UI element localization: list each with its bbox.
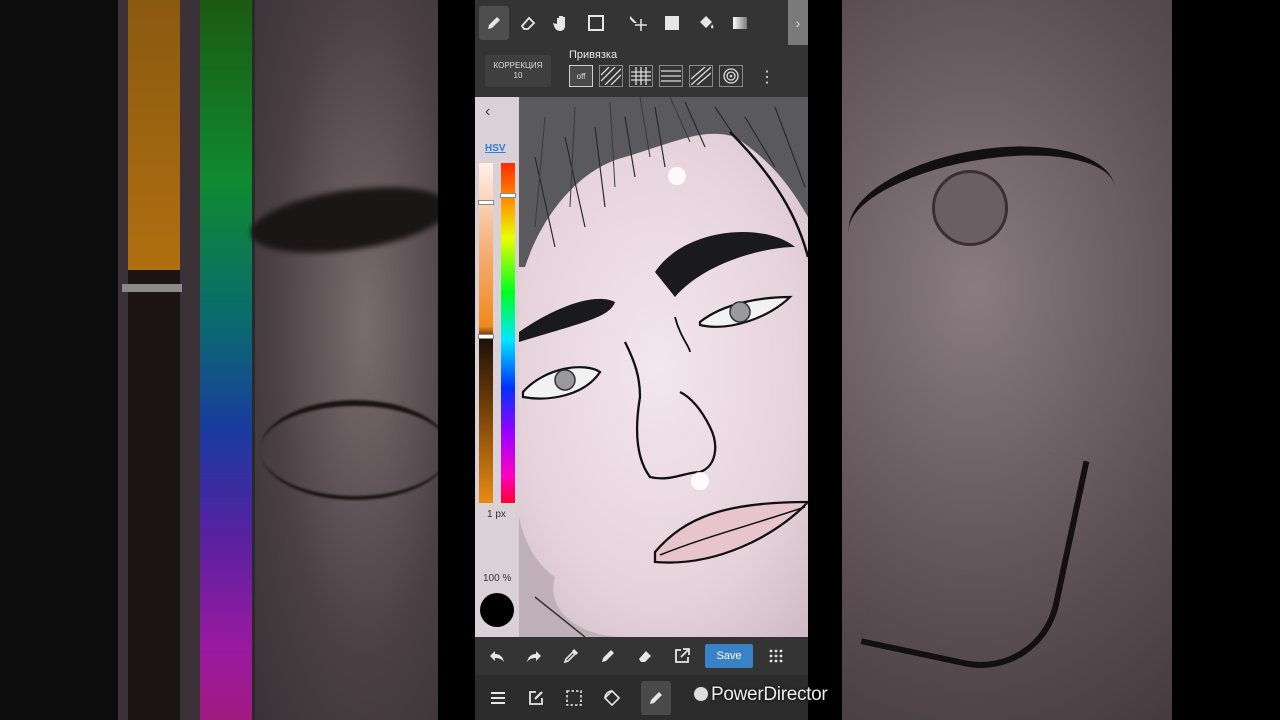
saturation-slider-knob[interactable] <box>478 334 494 339</box>
bg-slider-knob <box>122 284 182 292</box>
phone-screen: › КОРРЕКЦИЯ 10 Привязка off ⋮ ‹ HSV 1 px… <box>475 0 808 720</box>
bg-value-strip-dark <box>128 270 180 720</box>
toolbar-scroll-right[interactable]: › <box>788 0 808 45</box>
bg-hue-strip <box>200 0 252 720</box>
color-mode-tab[interactable]: HSV <box>485 143 506 154</box>
background-right-blur <box>842 0 1280 720</box>
brush-nav-button[interactable] <box>641 680 671 715</box>
share-button[interactable] <box>667 641 697 671</box>
concentric-circles-icon <box>723 68 739 84</box>
more-vertical-icon: ⋮ <box>759 69 775 86</box>
current-color-swatch[interactable] <box>480 593 514 627</box>
hue-slider[interactable] <box>501 163 515 503</box>
gradient-icon <box>733 16 747 29</box>
save-button[interactable]: Save <box>705 644 753 668</box>
hand-tool-button[interactable] <box>547 6 577 40</box>
bucket-icon <box>700 15 714 28</box>
external-link-icon <box>675 648 690 663</box>
snap-options: off <box>569 65 749 87</box>
snap-off-label: off <box>576 71 586 81</box>
fill-rect-tool-button[interactable] <box>657 6 687 40</box>
snap-parallel-button[interactable] <box>599 65 623 87</box>
rotate-icon <box>603 689 621 706</box>
bg-nose <box>860 423 1090 683</box>
redo-button[interactable] <box>519 641 549 671</box>
snap-title: Привязка <box>569 49 618 61</box>
dots-grid-icon <box>769 649 783 663</box>
chevron-left-icon: ‹ <box>485 103 491 120</box>
gradient-tool-button[interactable] <box>725 6 755 40</box>
eraser-button[interactable] <box>630 641 660 671</box>
top-toolbar: › <box>475 0 808 45</box>
pen-tool-button[interactable] <box>479 5 509 40</box>
grid-menu-button[interactable] <box>761 641 791 671</box>
menu-button[interactable] <box>483 681 513 715</box>
powerdirector-logo-icon <box>694 687 708 701</box>
bg-value-strip <box>128 0 180 270</box>
eraser-icon <box>639 651 651 662</box>
parallel-lines-icon <box>601 67 621 85</box>
chevron-right-icon: › <box>795 14 801 31</box>
rotate-canvas-button[interactable] <box>597 681 627 715</box>
brush-button[interactable] <box>593 641 623 671</box>
bucket-tool-button[interactable] <box>691 6 721 40</box>
eraser-icon <box>520 16 536 30</box>
move-tool-button[interactable] <box>623 6 653 40</box>
bg-face <box>255 0 438 720</box>
move-icon <box>630 15 647 31</box>
value-slider-knob[interactable] <box>478 200 494 205</box>
snap-perspective-button[interactable] <box>689 65 713 87</box>
horizontal-lines-icon <box>661 70 681 82</box>
brush-size-label[interactable]: 1 px <box>487 509 506 520</box>
watermark-text: PowerDirector <box>711 684 828 705</box>
eyedropper-icon <box>563 648 579 664</box>
grid-icon <box>631 67 651 85</box>
snap-bar: КОРРЕКЦИЯ 10 Привязка off ⋮ <box>475 45 808 97</box>
hand-icon <box>553 15 565 31</box>
hue-slider-knob[interactable] <box>500 193 516 198</box>
pen-icon <box>488 16 500 29</box>
correction-button[interactable]: КОРРЕКЦИЯ 10 <box>485 55 551 87</box>
background-left-blur <box>0 0 438 720</box>
redo-icon <box>527 651 541 662</box>
select-rect-tool-button[interactable] <box>581 6 611 40</box>
hamburger-icon <box>491 691 505 704</box>
bottom-toolbar: Save <box>475 637 808 675</box>
bg-iris <box>932 170 1008 246</box>
edit-button[interactable] <box>521 681 551 715</box>
pen-icon <box>650 691 662 704</box>
eraser-tool-button[interactable] <box>513 6 543 40</box>
video-watermark: PowerDirector <box>694 684 828 706</box>
drawing-canvas[interactable]: ‹ HSV 1 px 100 % <box>475 97 808 637</box>
snap-horizontal-button[interactable] <box>659 65 683 87</box>
eyedropper-button[interactable] <box>556 641 586 671</box>
edit-icon <box>529 690 543 705</box>
more-options-button[interactable]: ⋮ <box>759 67 775 87</box>
artwork <box>475 97 808 637</box>
undo-button[interactable] <box>482 641 512 671</box>
rectangle-icon <box>588 14 604 31</box>
undo-icon <box>490 651 504 662</box>
perspective-icon <box>691 67 711 85</box>
correction-label: КОРРЕКЦИЯ <box>493 61 543 70</box>
opacity-label[interactable]: 100 % <box>483 573 511 584</box>
correction-value: 10 <box>513 71 523 80</box>
selection-button[interactable] <box>559 681 589 715</box>
dashed-select-icon <box>566 689 582 706</box>
value-slider[interactable] <box>479 163 493 503</box>
snap-radial-button[interactable] <box>719 65 743 87</box>
bg-dark-edge <box>1172 0 1280 720</box>
color-palette-panel: ‹ HSV 1 px 100 % <box>475 97 519 637</box>
snap-grid-button[interactable] <box>629 65 653 87</box>
snap-off-button[interactable]: off <box>569 65 593 87</box>
pen-icon <box>602 650 614 662</box>
bg-eye <box>260 400 438 500</box>
square-fill-icon <box>665 15 679 30</box>
collapse-palette-button[interactable]: ‹ <box>485 103 490 121</box>
